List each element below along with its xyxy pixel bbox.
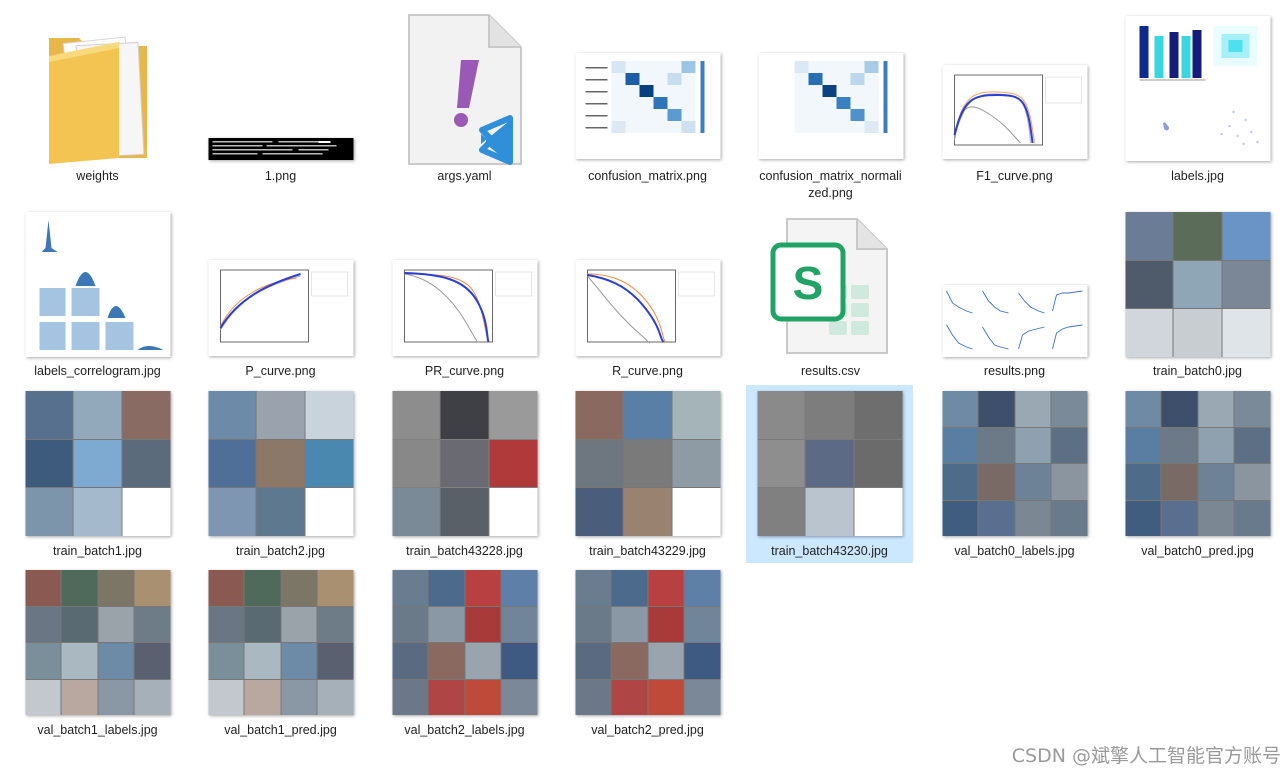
file-args-yaml[interactable]: args.yaml — [387, 8, 542, 193]
val-batch0-labels-thumbnail — [942, 391, 1087, 536]
f1-curve-thumbnail — [942, 65, 1087, 159]
file-label: train_batch43230.jpg — [771, 544, 888, 558]
train-batch43230-thumbnail — [757, 391, 902, 536]
file-label: args.yaml — [437, 169, 492, 183]
file-train-batch43230[interactable]: train_batch43230.jpg — [746, 385, 913, 563]
file-weights[interactable]: weights — [20, 8, 175, 193]
svg-text:S: S — [792, 257, 823, 309]
labels-thumbnail — [1125, 16, 1270, 161]
yaml-file-icon — [407, 14, 522, 165]
val-batch1-labels-thumbnail — [25, 570, 170, 715]
file-label: val_batch2_pred.jpg — [591, 723, 704, 737]
file-label: confusion_matrix.png — [588, 169, 707, 183]
file-train-batch43228[interactable]: train_batch43228.jpg — [387, 385, 542, 565]
file-label: confusion_matrix_normalized.png — [759, 169, 902, 200]
file-p-curve[interactable]: P_curve.png — [203, 205, 358, 385]
watermark: CSDN @斌擎人工智能官方账号 — [1011, 745, 1281, 767]
terminal-thumbnail — [208, 138, 353, 160]
file-results-png[interactable]: results.png — [937, 205, 1092, 385]
file-val-batch2-labels[interactable]: val_batch2_labels.jpg — [387, 563, 542, 743]
folder-icon — [48, 36, 147, 164]
labels-correlogram-thumbnail — [25, 212, 170, 357]
file-train-batch1[interactable]: train_batch1.jpg — [20, 385, 175, 565]
file-label: labels_correlogram.jpg — [34, 364, 161, 378]
confusion-matrix-thumbnail — [575, 53, 720, 159]
file-label: val_batch0_labels.jpg — [954, 544, 1075, 558]
file-val-batch1-labels[interactable]: val_batch1_labels.jpg — [20, 563, 175, 743]
train-batch2-thumbnail — [208, 391, 353, 536]
file-label: weights — [76, 169, 119, 183]
file-label: PR_curve.png — [424, 364, 505, 378]
val-batch2-labels-thumbnail — [392, 570, 537, 715]
file-train-batch0[interactable]: train_batch0.jpg — [1120, 205, 1275, 385]
file-label: train_batch2.jpg — [236, 544, 325, 558]
file-label: train_batch0.jpg — [1153, 364, 1242, 378]
file-label: R_curve.png — [612, 364, 683, 378]
p-curve-thumbnail — [208, 260, 353, 356]
file-confusion-matrix-normalized[interactable]: confusion_matrix_normalized.png — [753, 8, 908, 208]
file-label: results.png — [983, 364, 1046, 378]
val-batch2-pred-thumbnail — [575, 570, 720, 715]
file-val-batch0-labels[interactable]: val_batch0_labels.jpg — [937, 385, 1092, 565]
file-val-batch0-pred[interactable]: val_batch0_pred.jpg — [1120, 385, 1275, 565]
train-batch43228-thumbnail — [392, 391, 537, 536]
file-label: F1_curve.png — [976, 169, 1053, 183]
results-thumbnail — [942, 285, 1087, 357]
val-batch1-pred-thumbnail — [208, 570, 353, 715]
file-labels-correlogram[interactable]: labels_correlogram.jpg — [20, 205, 175, 385]
file-label: P_curve.png — [245, 364, 316, 378]
file-label: train_batch43229.jpg — [589, 544, 706, 558]
train-batch43229-thumbnail — [575, 391, 720, 536]
file-label: val_batch2_labels.jpg — [404, 723, 525, 737]
file-pr-curve[interactable]: PR_curve.png — [387, 205, 542, 385]
r-curve-thumbnail — [575, 260, 720, 356]
file-label: train_batch1.jpg — [53, 544, 142, 558]
file-label: val_batch1_pred.jpg — [224, 723, 337, 737]
file-label: labels.jpg — [1171, 169, 1224, 183]
val-batch0-pred-thumbnail — [1125, 391, 1270, 536]
train-batch1-thumbnail — [25, 391, 170, 536]
file-train-batch2[interactable]: train_batch2.jpg — [203, 385, 358, 565]
file-f1-curve[interactable]: F1_curve.png — [937, 8, 1092, 193]
pr-curve-thumbnail — [392, 260, 537, 356]
file-label: results.csv — [800, 364, 861, 378]
file-label: train_batch43228.jpg — [406, 544, 523, 558]
file-confusion-matrix[interactable]: confusion_matrix.png — [570, 8, 725, 193]
csv-file-icon: S — [770, 218, 888, 354]
file-val-batch1-pred[interactable]: val_batch1_pred.jpg — [203, 563, 358, 743]
file-results-csv[interactable]: S results.csv — [753, 205, 908, 385]
file-label: 1.png — [264, 169, 297, 183]
train-batch0-thumbnail — [1125, 212, 1270, 357]
confusion-matrix-normalized-thumbnail — [758, 53, 903, 159]
file-train-batch43229[interactable]: train_batch43229.jpg — [570, 385, 725, 565]
file-labels-jpg[interactable]: labels.jpg — [1120, 8, 1275, 193]
file-1-png[interactable]: 1.png — [203, 8, 358, 193]
file-val-batch2-pred[interactable]: val_batch2_pred.jpg — [570, 563, 725, 743]
file-r-curve[interactable]: R_curve.png — [570, 205, 725, 385]
file-label: val_batch1_labels.jpg — [37, 723, 158, 737]
file-label: val_batch0_pred.jpg — [1141, 544, 1254, 558]
